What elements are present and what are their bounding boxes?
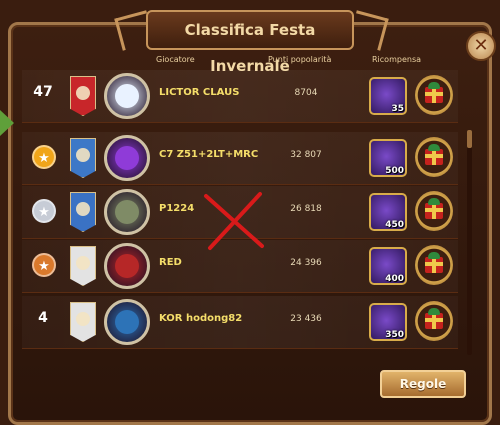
- red-x-mark: [204, 192, 264, 250]
- reward-chest-icon[interactable]: 350: [369, 303, 407, 341]
- player-avatar[interactable]: [104, 73, 150, 119]
- rules-button[interactable]: Regole: [380, 370, 466, 398]
- gift-bow-part: [428, 144, 440, 151]
- hero-portrait-icon: [115, 84, 139, 108]
- close-icon: ✕: [473, 35, 489, 56]
- guild-banner-icon: [70, 138, 96, 178]
- player-name[interactable]: C7 Z51+2LT+MRC: [159, 149, 258, 160]
- hero-portrait-icon: [115, 254, 139, 278]
- scrollbar-thumb[interactable]: [467, 130, 472, 148]
- header-points: Punti popolarità: [268, 55, 332, 64]
- gift-ribbon-h-part: [425, 154, 443, 158]
- gift-ribbon-h-part: [425, 318, 443, 322]
- reward-count: 400: [385, 274, 404, 284]
- silver-medal-icon: ★: [32, 199, 56, 223]
- gift-icon[interactable]: [415, 301, 453, 341]
- rank-number: 47: [33, 84, 53, 100]
- player-name[interactable]: LICTOR CLAUS: [159, 87, 239, 98]
- leaderboard-row[interactable]: 47 LICTOR CLAUS 8704 35: [22, 70, 458, 123]
- player-avatar[interactable]: [104, 189, 150, 235]
- banner-emblem-icon: [76, 202, 90, 216]
- banner-emblem-icon: [76, 256, 90, 270]
- gift-bow-part: [428, 82, 440, 89]
- banner-emblem-icon: [76, 86, 90, 100]
- hero-portrait-icon: [115, 146, 139, 170]
- bronze-medal-icon: ★: [32, 253, 56, 277]
- gift-bow-part: [428, 252, 440, 259]
- guild-banner-icon: [70, 246, 96, 286]
- gift-ribbon-h-part: [425, 92, 443, 96]
- gift-ribbon-h-part: [425, 262, 443, 266]
- guild-banner-icon: [70, 76, 96, 116]
- popularity-points: 23 436: [290, 314, 322, 324]
- gift-bow-part: [428, 198, 440, 205]
- player-name[interactable]: RED: [159, 257, 182, 268]
- hero-portrait-icon: [115, 310, 139, 334]
- close-button[interactable]: ✕: [466, 31, 496, 61]
- leaderboard-row[interactable]: 4 KOR hodong82 23 436 350: [22, 296, 458, 349]
- scrollbar[interactable]: [467, 130, 472, 355]
- player-avatar[interactable]: [104, 243, 150, 289]
- rank-number: 4: [38, 310, 48, 326]
- player-name[interactable]: P1224: [159, 203, 194, 214]
- reward-count: 350: [385, 330, 404, 340]
- reward-count: 500: [385, 166, 404, 176]
- popularity-points: 24 396: [290, 258, 322, 268]
- guild-banner-icon: [70, 192, 96, 232]
- leaderboard-row[interactable]: ★ C7 Z51+2LT+MRC 32 807 500: [22, 132, 458, 185]
- reward-count: 450: [385, 220, 404, 230]
- player-name[interactable]: KOR hodong82: [159, 313, 242, 324]
- guild-banner-icon: [70, 302, 96, 342]
- gift-icon[interactable]: [415, 137, 453, 177]
- gift-bow-part: [428, 308, 440, 315]
- reward-chest-icon[interactable]: 400: [369, 247, 407, 285]
- header-player: Giocatore: [156, 55, 195, 64]
- reward-chest-icon[interactable]: 35: [369, 77, 407, 115]
- banner-emblem-icon: [76, 148, 90, 162]
- gift-icon[interactable]: [415, 75, 453, 115]
- reward-chest-icon[interactable]: 450: [369, 193, 407, 231]
- gift-icon[interactable]: [415, 191, 453, 231]
- gift-icon[interactable]: [415, 245, 453, 285]
- window-title: Classifica Festa Invernale: [146, 10, 354, 75]
- popularity-points: 8704: [294, 88, 318, 98]
- player-avatar[interactable]: [104, 135, 150, 181]
- popularity-points: 26 818: [290, 204, 322, 214]
- header-reward: Ricompensa: [372, 55, 422, 64]
- banner-emblem-icon: [76, 312, 90, 326]
- reward-chest-icon[interactable]: 500: [369, 139, 407, 177]
- reward-count: 35: [391, 104, 404, 114]
- hero-portrait-icon: [115, 200, 139, 224]
- player-avatar[interactable]: [104, 299, 150, 345]
- popularity-points: 32 807: [290, 150, 322, 160]
- gift-ribbon-h-part: [425, 208, 443, 212]
- gold-medal-icon: ★: [32, 145, 56, 169]
